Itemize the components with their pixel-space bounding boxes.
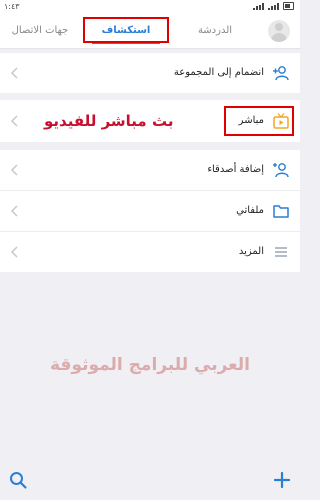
plus-icon[interactable] <box>272 470 292 490</box>
row-my-files-label: ملفاتي <box>236 205 264 216</box>
row-join-group[interactable]: انضمام إلى المجموعة <box>0 53 300 93</box>
signal-icon-2 <box>268 2 279 10</box>
row-add-friends[interactable]: إضافة أصدقاء <box>0 150 300 191</box>
chevron-left-icon <box>10 67 18 79</box>
row-my-files[interactable]: ملفاتي <box>0 191 300 232</box>
chevron-left-icon <box>10 205 18 217</box>
signal-icon <box>253 2 264 10</box>
live-highlight-box <box>224 106 294 136</box>
row-join-group-label: انضمام إلى المجموعة <box>173 67 264 78</box>
menu-icon <box>275 247 287 257</box>
group-join: انضمام إلى المجموعة <box>0 53 300 93</box>
row-more-label: المزيد <box>238 246 264 257</box>
person-add-icon <box>273 163 289 178</box>
search-icon[interactable] <box>8 470 28 490</box>
watermark: العربي للبرامج الموثوقة <box>50 355 250 375</box>
group-add-icon <box>273 66 289 81</box>
top-tabs: جهات الاتصال استكشاف الدردشة <box>0 14 300 49</box>
status-time: ١:٤٣ <box>4 2 20 11</box>
row-live[interactable]: بث مباشر للفيديو مباشر <box>0 100 300 142</box>
chevron-left-icon <box>10 115 18 127</box>
tab-highlight-box <box>83 17 169 43</box>
group-misc: إضافة أصدقاء ملفاتي المزيد <box>0 150 300 272</box>
battery-icon <box>283 2 294 10</box>
status-bar: ١:٤٣ <box>0 0 300 14</box>
live-video-annotation: بث مباشر للفيديو <box>44 112 174 130</box>
status-icons <box>253 2 294 10</box>
chevron-left-icon <box>10 164 18 176</box>
row-more[interactable]: المزيد <box>0 232 300 272</box>
tab-contacts[interactable]: جهات الاتصال <box>0 14 80 48</box>
folder-icon <box>273 205 289 218</box>
avatar[interactable] <box>268 20 290 42</box>
tab-chat[interactable]: الدردشة <box>175 14 255 48</box>
chevron-left-icon <box>10 246 18 258</box>
group-live: بث مباشر للفيديو مباشر <box>0 100 300 142</box>
row-add-friends-label: إضافة أصدقاء <box>207 164 264 175</box>
